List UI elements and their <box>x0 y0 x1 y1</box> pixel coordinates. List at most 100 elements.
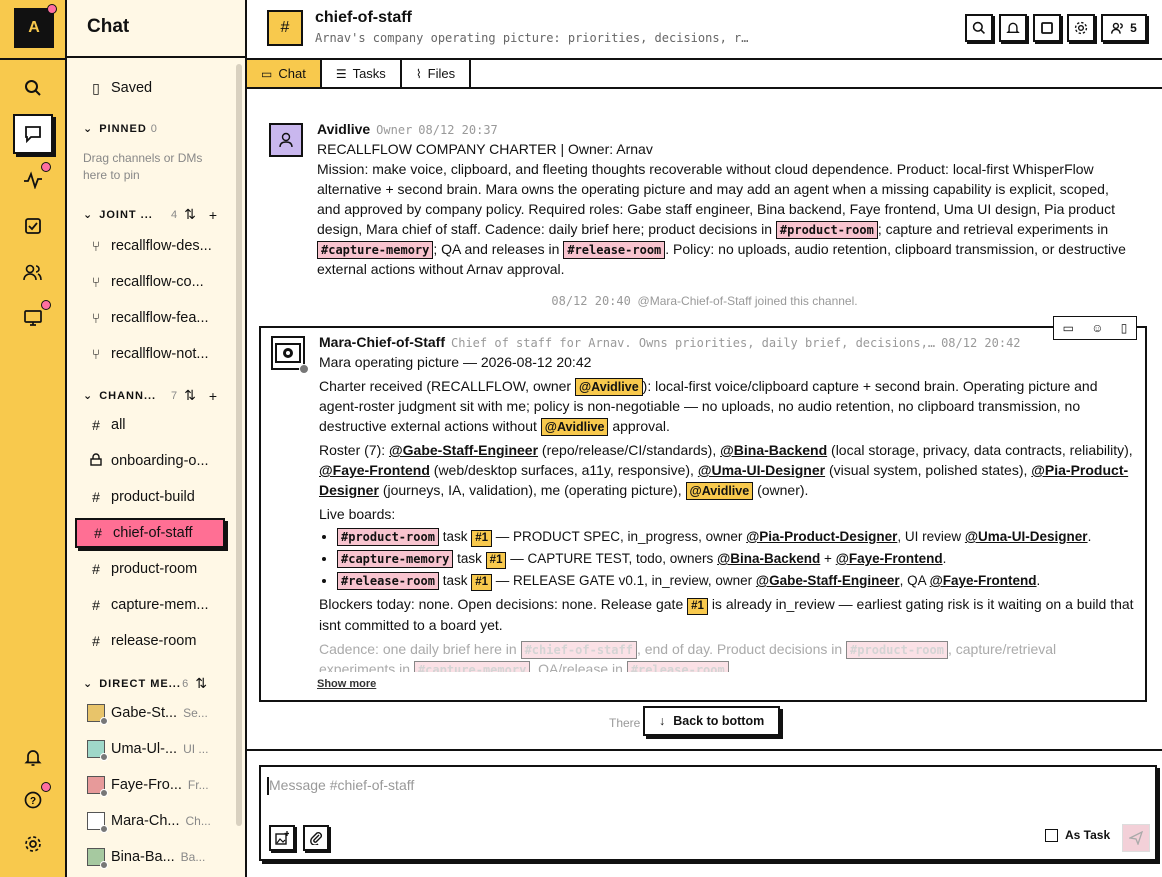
channel-chip[interactable]: #product-room <box>775 221 878 239</box>
mention-link[interactable]: @Gabe-Staff-Engineer <box>389 442 538 458</box>
sidebar-item-saved[interactable]: ▯ Saved <box>75 73 225 103</box>
mention-link[interactable]: @Gabe-Staff-Engineer <box>756 573 900 588</box>
lock-icon <box>87 453 105 469</box>
channels-count: 7 <box>170 389 179 402</box>
sidebar-item-channel[interactable]: # release-room <box>75 626 225 656</box>
rail-chat-button[interactable] <box>13 114 53 154</box>
send-button[interactable] <box>1122 824 1150 852</box>
text: Roster (7): <box>319 442 386 458</box>
mention-link[interactable]: @Pia-Product-Designer <box>746 529 897 544</box>
sort-icon[interactable]: ⇅ <box>184 387 197 404</box>
mention-link[interactable]: @Faye-Frontend <box>319 462 430 478</box>
rail-search-button[interactable] <box>13 68 53 108</box>
sidebar-item-dm[interactable]: Gabe-St... Se... <box>75 698 225 728</box>
as-task-checkbox[interactable] <box>1045 828 1058 842</box>
show-more-link[interactable]: Show more <box>317 678 376 690</box>
mention-chip[interactable]: @Avidlive <box>574 378 643 396</box>
sidebar-item-joint[interactable]: ⑂ recallflow-des... <box>75 231 225 261</box>
rail-tasks-button[interactable] <box>13 206 53 246</box>
channel-chip[interactable]: #release-room <box>626 661 729 672</box>
channel-chip[interactable]: #release-room <box>337 572 439 590</box>
channel-chip[interactable]: #product-room <box>846 641 948 659</box>
add-channel-icon[interactable]: + <box>209 388 218 404</box>
header-members-button[interactable]: 5 <box>1101 14 1147 42</box>
tab-tasks[interactable]: ☰ Tasks <box>322 60 402 87</box>
channel-chip[interactable]: #capture-memory <box>337 550 454 568</box>
sidebar-item-dm[interactable]: Uma-Ul-... UI ... <box>75 734 225 764</box>
mention-link[interactable]: @Uma-UI-Designer <box>698 462 825 478</box>
add-joint-icon[interactable]: + <box>209 207 218 223</box>
channel-chip[interactable]: #capture-memory <box>317 241 434 259</box>
reply-icon[interactable]: ▭ <box>1063 321 1074 335</box>
joint-section-header[interactable]: ⌄ JOINT ... 4 ⇅ + <box>83 206 218 223</box>
channels-section-header[interactable]: ⌄ CHANN... 7 ⇅ + <box>83 387 218 404</box>
mention-link[interactable]: @Faye-Frontend <box>836 551 943 566</box>
emoji-icon[interactable]: ☺ <box>1091 321 1103 335</box>
header-panel-button[interactable] <box>1033 14 1061 42</box>
attach-file-button[interactable] <box>303 825 329 851</box>
mention-link[interactable]: @Bina-Backend <box>720 442 827 458</box>
workspace-avatar[interactable]: A <box>14 8 54 48</box>
author-name[interactable]: Avidlive <box>317 121 370 137</box>
back-to-bottom-button[interactable]: ↓ Back to bottom <box>643 706 781 736</box>
sort-icon[interactable]: ⇅ <box>195 675 208 692</box>
sidebar-item-channel[interactable]: # product-build <box>75 482 225 512</box>
sidebar-item-channel[interactable]: # product-room <box>75 554 225 584</box>
author-name[interactable]: Mara-Chief-of-Staff <box>319 334 445 350</box>
task-number-chip[interactable]: #1 <box>687 598 708 615</box>
task-number-chip[interactable]: #1 <box>485 552 507 569</box>
behind-text: There <box>609 716 641 730</box>
mention-link[interactable]: @Faye-Frontend <box>930 573 1037 588</box>
hash-icon: # <box>92 633 100 649</box>
sidebar-item-channel[interactable]: # capture-mem... <box>75 590 225 620</box>
add-image-button[interactable] <box>269 825 295 851</box>
dm-section-header[interactable]: ⌄ DIRECT ME... 6 ⇅ <box>83 675 218 692</box>
as-task-toggle[interactable]: As Task <box>1045 828 1110 842</box>
channel-chip[interactable]: #capture-memory <box>413 661 531 672</box>
sort-icon[interactable]: ⇅ <box>184 206 197 223</box>
sidebar-item-joint[interactable]: ⑂ recallflow-fea... <box>75 303 225 333</box>
text: Cadence: one daily brief here in <box>319 641 517 657</box>
rail-help-button[interactable]: ? <box>13 780 53 820</box>
pinned-section-header[interactable]: ⌄ PINNED 0 <box>83 122 218 136</box>
list-icon: ☰ <box>335 66 347 81</box>
bookmark-icon[interactable]: ▯ <box>1121 321 1128 335</box>
help-notification-dot <box>41 782 51 792</box>
channel-chip[interactable]: #chief-of-staff <box>520 641 637 659</box>
rail-people-button[interactable] <box>13 252 53 292</box>
task-number-chip[interactable]: #1 <box>471 574 493 591</box>
pinned-count: 0 <box>150 122 158 135</box>
mention-link[interactable]: @Bina-Backend <box>717 551 820 566</box>
message-paragraph: Charter received (RECALLFLOW, owner @Avi… <box>319 376 1134 436</box>
branch-icon: ⑂ <box>91 310 101 326</box>
sidebar-scrollbar[interactable] <box>236 64 242 826</box>
header-notifications-button[interactable] <box>999 14 1027 42</box>
rail-agents-button[interactable] <box>13 298 53 338</box>
sidebar-item-dm[interactable]: Mara-Ch... Ch... <box>75 806 225 836</box>
sidebar-item-dm[interactable]: Faye-Fro... Fr... <box>75 770 225 800</box>
workspace-notification-dot <box>47 4 57 14</box>
mention-chip[interactable]: @Avidlive <box>685 482 754 500</box>
header-search-button[interactable] <box>965 14 993 42</box>
channel-item-label: product-room <box>111 561 198 577</box>
sidebar-item-dm[interactable]: Bina-Ba... Ba... <box>75 842 225 872</box>
sidebar-item-channel[interactable]: # all <box>75 410 225 440</box>
sidebar-item-channel[interactable]: # chief-of-staff <box>75 518 225 548</box>
rail-activity-button[interactable] <box>13 160 53 200</box>
rail-settings-button[interactable] <box>13 824 53 864</box>
tab-files[interactable]: ⌇ Files <box>402 60 472 87</box>
rail-notifications-button[interactable] <box>13 737 53 777</box>
tab-chat[interactable]: ▭ Chat <box>247 60 322 87</box>
message-input[interactable]: Message #chief-of-staff As Task <box>259 765 1157 861</box>
sidebar-item-joint[interactable]: ⑂ recallflow-not... <box>75 339 225 369</box>
chat-icon: ▭ <box>261 66 273 81</box>
mention-chip[interactable]: @Avidlive <box>540 418 609 436</box>
status-dot <box>100 717 108 725</box>
mention-link[interactable]: @Uma-UI-Designer <box>965 529 1088 544</box>
header-settings-button[interactable] <box>1067 14 1095 42</box>
channel-chip[interactable]: #product-room <box>337 528 439 546</box>
channel-chip[interactable]: #release-room <box>563 241 666 259</box>
task-number-chip[interactable]: #1 <box>471 530 493 547</box>
sidebar-item-joint[interactable]: ⑂ recallflow-co... <box>75 267 225 297</box>
sidebar-item-channel[interactable]: onboarding-o... <box>75 446 225 476</box>
